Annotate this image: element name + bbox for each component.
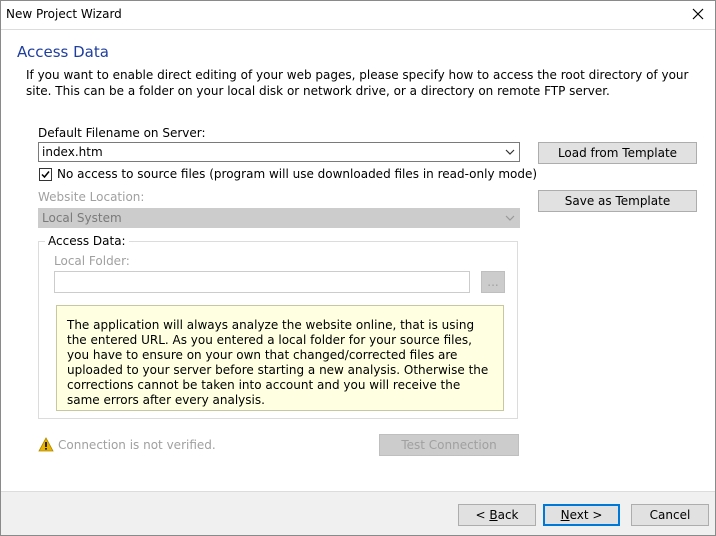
chevron-down-icon [505,149,515,155]
local-folder-input[interactable] [54,271,470,293]
cancel-button[interactable]: Cancel [631,504,709,526]
next-button[interactable]: Next > [543,504,620,526]
title-bar: New Project Wizard [1,1,715,29]
chevron-down-icon [505,215,515,221]
back-button[interactable]: < Back [458,504,536,526]
checkmark-icon [41,171,50,179]
load-from-template-button[interactable]: Load from Template [538,142,697,164]
save-as-template-button[interactable]: Save as Template [538,190,697,212]
page-heading: Access Data [17,43,109,61]
back-button-mnemonic: B [489,508,498,522]
close-icon[interactable] [689,5,707,23]
website-location-label: Website Location: [38,190,145,204]
no-access-checkbox-label[interactable]: No access to source files (program will … [57,167,537,181]
page-description: If you want to enable direct editing of … [26,68,689,98]
website-location-combo[interactable]: Local System [38,208,520,228]
wizard-window: New Project Wizard Access Data If you wa… [0,0,716,536]
back-button-prefix: < [475,508,490,522]
window-title: New Project Wizard [6,7,122,21]
next-button-label: ext > [569,508,603,522]
wizard-page: Access Data If you want to enable direct… [1,29,715,492]
footer-divider [1,491,715,492]
no-access-checkbox[interactable] [39,168,52,181]
default-filename-label: Default Filename on Server: [38,126,206,140]
next-button-mnemonic: N [560,508,570,522]
browse-folder-button[interactable]: ... [481,271,505,293]
warning-icon [38,437,54,452]
test-connection-button[interactable]: Test Connection [379,434,519,456]
back-button-label: ack [497,508,519,522]
website-location-value: Local System [42,211,122,225]
access-data-group-label: Access Data: [45,234,129,248]
connection-status: Connection is not verified. [58,438,216,452]
info-note: The application will always analyze the … [56,305,504,411]
default-filename-value: index.htm [42,145,103,159]
local-folder-label: Local Folder: [54,254,130,268]
default-filename-combo[interactable]: index.htm [38,142,520,162]
